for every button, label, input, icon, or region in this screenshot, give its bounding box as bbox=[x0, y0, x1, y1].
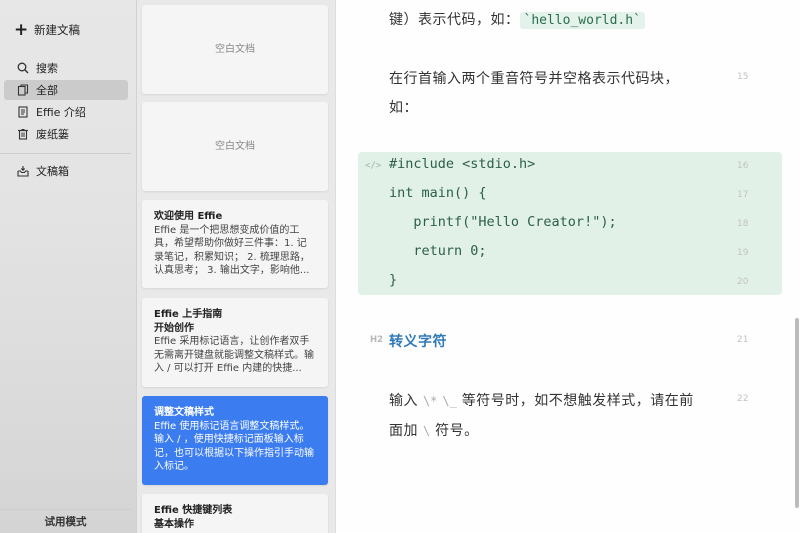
editor-text: 符号。 bbox=[430, 423, 479, 439]
escape-sequence: \* bbox=[422, 394, 438, 408]
sidebar-item-label: 废纸篓 bbox=[36, 128, 69, 141]
code-icon: </> bbox=[365, 161, 382, 171]
line-number: 16 bbox=[737, 161, 749, 171]
sidebar-item-label: 全部 bbox=[36, 84, 58, 97]
editor-paragraph: 在行首输入两个重音符号并空格表示代码块， bbox=[389, 71, 679, 87]
section-heading: 转义字符 bbox=[389, 334, 447, 350]
inline-code: `hello_world.h` bbox=[519, 12, 645, 29]
line-number: 22 bbox=[737, 394, 749, 404]
line-number: 20 bbox=[737, 277, 749, 287]
code-line: int main() { bbox=[389, 185, 487, 201]
editor-line: 键）表示代码，如： `hello_world.h` bbox=[389, 9, 645, 29]
escape-sequence: \_ bbox=[442, 394, 457, 408]
card-title: Effie 快捷键列表 bbox=[154, 505, 233, 516]
editor-text: 键）表示代码，如： bbox=[389, 12, 520, 28]
sidebar-item-trash[interactable]: 废纸篓 bbox=[4, 124, 128, 144]
card-title: 欢迎使用 Effie bbox=[154, 211, 223, 222]
card-title: 调整文稿样式 bbox=[154, 407, 214, 418]
card-excerpt: Effie 使用标记语言调整文稿样式。输入 / ，使用快捷标记面板输入标记，也可… bbox=[154, 420, 314, 473]
trash-icon bbox=[18, 129, 28, 140]
line-number: 17 bbox=[737, 190, 749, 200]
sidebar-item-drafts[interactable]: 文稿箱 bbox=[4, 161, 128, 181]
sidebar-item-all[interactable]: 全部 bbox=[4, 80, 128, 100]
card-title: Effie 上手指南 bbox=[154, 309, 223, 320]
card-subtitle: 基本操作 bbox=[154, 518, 194, 530]
code-line: return 0; bbox=[389, 243, 487, 259]
trial-mode-label[interactable]: 试用模式 bbox=[0, 509, 131, 533]
sidebar-item-search[interactable]: 搜索 bbox=[4, 58, 128, 78]
sidebar-item-label: 搜索 bbox=[36, 62, 58, 75]
sidebar-divider bbox=[0, 153, 131, 154]
document-card-blank[interactable]: 空白文档 bbox=[142, 5, 328, 94]
editor-text: 面加 bbox=[389, 423, 423, 439]
search-icon bbox=[17, 62, 29, 74]
sidebar: + 新建文稿 搜索 全部 Effie 介绍 废纸篓 文稿箱 试用模式 bbox=[0, 0, 137, 533]
line-number: 19 bbox=[737, 248, 749, 258]
editor-text: 等符号时，如不想触发样式，请在前 bbox=[456, 393, 694, 409]
heading-level-marker: H2 bbox=[370, 335, 384, 345]
document-card-guide[interactable]: Effie 上手指南 开始创作 Effie 采用标记语言，让创作者双手无需离开键… bbox=[142, 298, 328, 387]
plus-icon: + bbox=[14, 20, 29, 40]
sidebar-item-label: Effie 介绍 bbox=[36, 106, 86, 119]
sidebar-item-label: 文稿箱 bbox=[36, 165, 69, 178]
line-number: 15 bbox=[737, 72, 749, 82]
card-excerpt: Effie 是一个把思想变成价值的工具，希望帮助你做好三件事：1. 记录笔记，积… bbox=[154, 224, 310, 277]
editor-paragraph: 面加 \ 符号。 bbox=[389, 420, 479, 440]
document-card-shortcuts[interactable]: Effie 快捷键列表 基本操作 bbox=[142, 494, 328, 533]
document-icon bbox=[18, 106, 28, 118]
document-card-blank[interactable]: 空白文档 bbox=[142, 102, 328, 191]
new-document-label: 新建文稿 bbox=[34, 23, 80, 37]
card-excerpt: Effie 采用标记语言，让创作者双手无需离开键盘就能调整文稿样式。输入 / 可… bbox=[154, 336, 314, 374]
new-document-button[interactable]: + 新建文稿 bbox=[14, 20, 80, 40]
documents-icon bbox=[17, 84, 29, 96]
editor-text: 输入 bbox=[389, 393, 423, 409]
card-subtitle: 开始创作 bbox=[154, 322, 194, 334]
card-title: 空白文档 bbox=[215, 43, 255, 55]
editor-paragraph: 如： bbox=[389, 100, 418, 116]
line-number: 21 bbox=[737, 335, 749, 345]
card-title: 空白文档 bbox=[215, 140, 255, 152]
document-card-welcome[interactable]: 欢迎使用 Effie Effie 是一个把思想变成价值的工具，希望帮助你做好三件… bbox=[142, 200, 328, 288]
sidebar-item-effie-intro[interactable]: Effie 介绍 bbox=[4, 102, 128, 122]
inbox-icon bbox=[17, 166, 29, 177]
line-number: 18 bbox=[737, 219, 749, 229]
editor-paragraph: 输入 \* \_ 等符号时，如不想触发样式，请在前 bbox=[389, 390, 694, 410]
scrollbar[interactable] bbox=[795, 318, 799, 508]
document-list: 空白文档 空白文档 欢迎使用 Effie Effie 是一个把思想变成价值的工具… bbox=[137, 0, 336, 533]
code-line: #include <stdio.h> bbox=[389, 156, 536, 172]
editor[interactable]: 键）表示代码，如： `hello_world.h` 在行首输入两个重音符号并空格表… bbox=[336, 0, 800, 533]
document-card-styles[interactable]: 调整文稿样式 Effie 使用标记语言调整文稿样式。输入 / ，使用快捷标记面板… bbox=[142, 396, 328, 485]
code-line: } bbox=[389, 272, 398, 288]
code-line: printf("Hello Creator!"); bbox=[389, 214, 617, 230]
